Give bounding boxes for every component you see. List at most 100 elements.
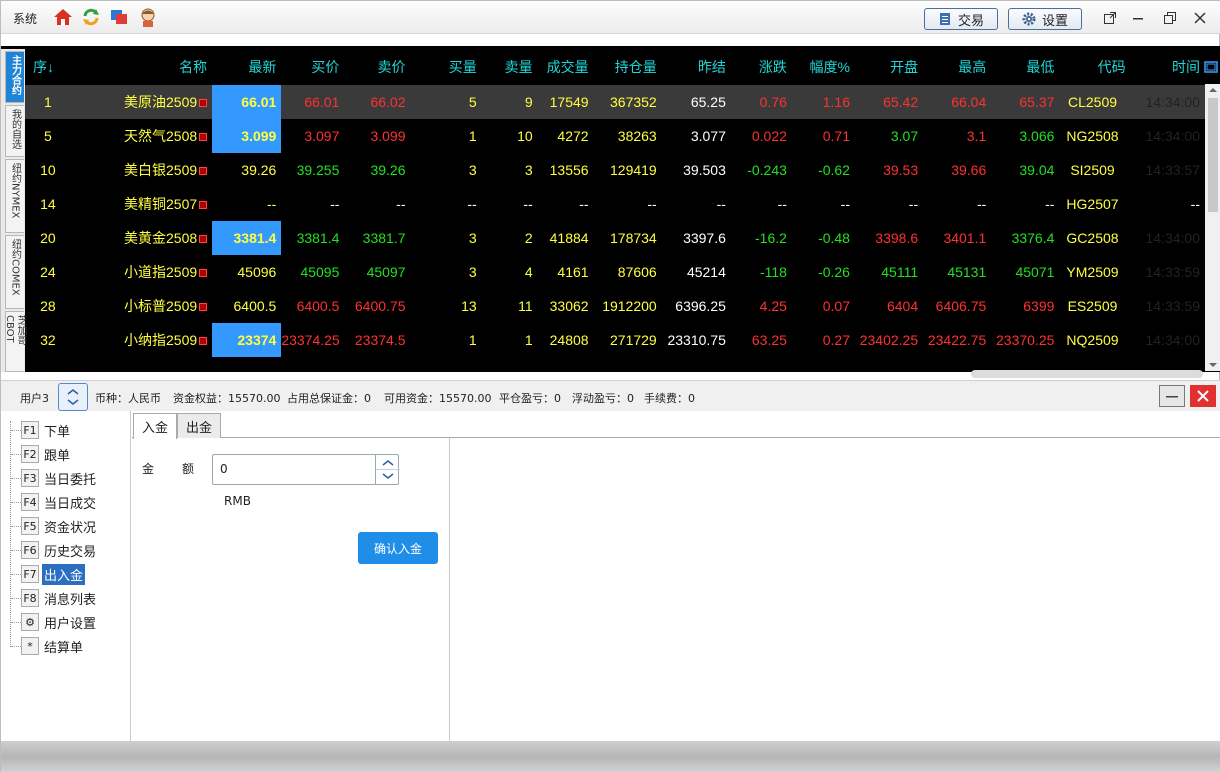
scroll-down-icon[interactable] — [1205, 359, 1220, 371]
column-header-last[interactable]: 最新 — [212, 49, 281, 85]
cell-volume: 33062 — [538, 289, 594, 323]
column-header-volume[interactable]: 成交量 — [538, 49, 594, 85]
tab-deposit[interactable]: 入金 — [133, 413, 178, 439]
cell-chg: 0.022 — [731, 119, 792, 153]
nav-item-8[interactable]: F8 消息列表 — [8, 587, 98, 609]
column-header-open[interactable]: 开盘 — [855, 49, 923, 85]
cell-value: 39.66 — [951, 162, 987, 178]
cell-ask_vol: 1 — [482, 323, 538, 357]
nav-item-label: 用户设置 — [44, 616, 97, 632]
cell-value: 3.1 — [966, 128, 987, 144]
cell-value: 3.099 — [370, 128, 406, 144]
nav-item-1[interactable]: F1 下单 — [8, 419, 72, 441]
quote-row[interactable]: 32 小纳指2509 23374 23374.25 23374.5 1 1 24808 2717… — [25, 323, 1205, 357]
quote-row[interactable]: 5 天然气2508 3.099 3.097 3.099 1 10 4272 38263 3.077… — [25, 119, 1205, 153]
column-header-code[interactable]: 代码 — [1059, 49, 1130, 85]
cell-value: 3 — [468, 230, 477, 246]
quote-row[interactable]: 28 小标普2509 6400.5 6400.5 6400.75 13 11 33062 191… — [25, 289, 1205, 323]
nav-item-4[interactable]: F4 当日成交 — [8, 491, 98, 513]
cell-name: 小道指2509 — [76, 255, 212, 289]
column-header-name[interactable]: 名称 — [76, 49, 212, 85]
column-header-oi[interactable]: 持仓量 — [594, 49, 662, 85]
nav-item-7[interactable]: F7 出入金 — [8, 563, 86, 585]
cell-name: 美原油2509 — [75, 85, 213, 119]
trade-button[interactable]: 交易 — [924, 8, 998, 30]
nav-item-9[interactable]: ⚙ 用户设置 — [8, 611, 98, 633]
popout-icon[interactable] — [1099, 8, 1121, 28]
panel-minimize-button[interactable] — [1159, 385, 1185, 407]
nav-shortcut-key: F3 — [21, 469, 39, 487]
quote-horizontal-scrollbar[interactable] — [971, 370, 1203, 378]
column-header-chg[interactable]: 涨跌 — [731, 49, 792, 85]
quote-vertical-scrollbar[interactable] — [1205, 84, 1220, 371]
side-tab-comex[interactable]: 纽约COMEX — [5, 235, 24, 309]
system-menu[interactable]: 系统 — [13, 10, 37, 27]
cell-value: 23422.75 — [927, 332, 987, 348]
tab-withdraw[interactable]: 出金 — [177, 413, 222, 438]
cell-ask: 23374.5 — [344, 323, 410, 357]
close-icon — [1197, 390, 1209, 402]
nav-item-2[interactable]: F2 跟单 — [8, 443, 72, 465]
cell-open: 3.07 — [855, 119, 923, 153]
quote-row[interactable]: 14 美精铜2507 -- -- -- -- -- -- -- -- -- -- -- -- -- HG250… — [25, 187, 1205, 221]
nav-item-6[interactable]: F6 历史交易 — [8, 539, 98, 561]
nav-item-5[interactable]: F5 资金状况 — [8, 515, 98, 537]
cell-bid_vol: 3 — [411, 221, 482, 255]
cell-value: 87606 — [617, 264, 657, 280]
cell-value: -- — [716, 196, 726, 212]
panel-close-button[interactable] — [1190, 385, 1216, 407]
cell-value: 3376.4 — [1011, 230, 1055, 246]
scroll-up-icon[interactable] — [1205, 84, 1220, 96]
quote-row[interactable]: 10 美白银2509 39.26 39.255 39.26 3 3 13556 129419 39… — [25, 153, 1205, 187]
column-header-low[interactable]: 最低 — [991, 49, 1059, 85]
cell-ask_vol: -- — [482, 187, 538, 221]
cell-value: 0.76 — [759, 94, 787, 110]
cell-ask_vol: 2 — [482, 221, 538, 255]
cell-value: 5 — [44, 128, 52, 144]
home-icon[interactable] — [53, 7, 73, 27]
column-header-bid_vol[interactable]: 买量 — [411, 49, 482, 85]
nav-shortcut-key: ⚙ — [21, 613, 39, 631]
cell-bid: 66.01 — [281, 85, 345, 119]
quote-row[interactable]: 1 美原油2509 66.01 66.01 66.02 5 9 17549 367352 65.2… — [25, 85, 1205, 119]
maximize-icon[interactable] — [1159, 8, 1181, 28]
refresh-icon[interactable] — [81, 7, 101, 27]
nav-item-10[interactable]: * 结算单 — [8, 635, 85, 657]
column-header-ask_vol[interactable]: 卖量 — [482, 49, 538, 85]
cell-value: 14:34:00 — [1145, 94, 1201, 110]
column-header-bid[interactable]: 买价 — [281, 49, 344, 85]
windows-icon[interactable] — [109, 7, 129, 27]
side-tab-my-watchlist[interactable]: 我的自选 — [5, 105, 24, 157]
amount-input[interactable]: 0 — [212, 454, 399, 485]
side-tab-nymex[interactable]: 纽约NYMEX — [5, 159, 24, 233]
cell-value: 10 — [40, 162, 56, 178]
quote-row[interactable]: 20 美黄金2508 3381.4 3381.4 3381.7 3 2 41884 178734… — [25, 221, 1205, 255]
column-header-time[interactable]: 时间 — [1131, 49, 1205, 85]
quote-row[interactable]: 24 小道指2509 45096 45095 45097 3 4 4161 87606 45214… — [25, 255, 1205, 289]
column-header-prev[interactable]: 昨结 — [662, 49, 731, 85]
column-header-ask[interactable]: 卖价 — [344, 49, 410, 85]
cell-open: -- — [855, 187, 923, 221]
nav-item-3[interactable]: F3 当日委托 — [8, 467, 98, 489]
scroll-thumb[interactable] — [1208, 98, 1218, 212]
nav-shortcut-key: F1 — [21, 421, 39, 439]
column-header-pct[interactable]: 幅度% — [792, 49, 855, 85]
cell-seq: 1 — [25, 85, 76, 119]
column-header-high[interactable]: 最高 — [923, 49, 991, 85]
amount-spinner[interactable] — [375, 454, 400, 485]
column-layout-icon[interactable] — [1204, 60, 1218, 74]
cell-high: 45131 — [923, 255, 991, 289]
close-icon[interactable] — [1189, 8, 1211, 28]
cell-value: -0.243 — [747, 162, 787, 178]
settings-button[interactable]: 设置 — [1008, 8, 1082, 30]
side-tab-main-contracts[interactable]: 主力合约 — [5, 51, 24, 103]
column-header-seq[interactable]: 序↓ — [25, 49, 76, 85]
flag-icon — [199, 99, 208, 108]
side-tab-cbot[interactable]: 芝加哥CBOT — [4, 311, 26, 372]
cell-value: 39.53 — [883, 162, 919, 178]
minimize-icon[interactable] — [1127, 8, 1149, 28]
cell-name: 天然气2508 — [76, 119, 212, 153]
confirm-deposit-button[interactable]: 确认入金 — [358, 532, 438, 564]
user-switch-stepper[interactable] — [58, 383, 88, 411]
avatar-icon[interactable] — [138, 7, 158, 27]
